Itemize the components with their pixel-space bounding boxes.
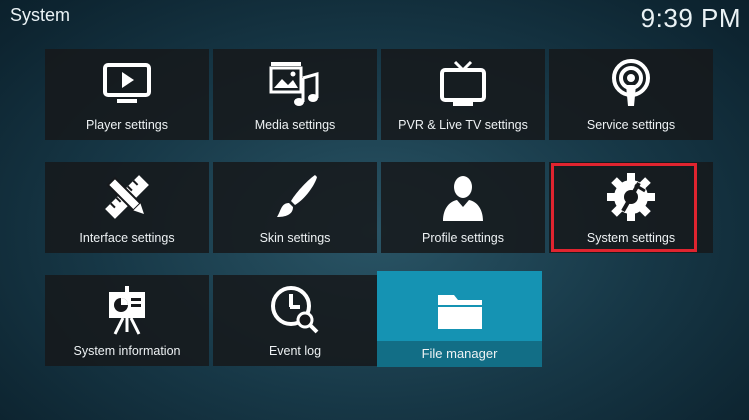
tile-label: Event log: [268, 344, 322, 358]
folder-icon: [434, 285, 486, 337]
tile-media-settings[interactable]: Media settings: [213, 49, 377, 140]
monitor-play-icon: [101, 58, 153, 110]
tile-event-log[interactable]: Event log: [213, 275, 377, 366]
media-film-music-icon: [269, 58, 321, 110]
tile-label: Interface settings: [79, 231, 175, 245]
tile-label: Media settings: [254, 118, 336, 132]
tv-antenna-icon: [437, 58, 489, 110]
tile-label: PVR & Live TV settings: [398, 118, 528, 132]
tile-system-information[interactable]: System information: [45, 275, 209, 366]
tile-pvr-live-tv-settings[interactable]: PVR & Live TV settings: [381, 49, 545, 140]
user-profile-icon: [437, 171, 489, 223]
tile-file-manager[interactable]: File manager: [377, 271, 542, 367]
clock-search-icon: [269, 284, 321, 336]
tile-label: Profile settings: [422, 231, 504, 245]
tile-label: Player settings: [86, 118, 168, 132]
tile-interface-settings[interactable]: Interface settings: [45, 162, 209, 253]
pencil-ruler-icon: [101, 171, 153, 223]
paintbrush-icon: [269, 171, 321, 223]
tile-profile-settings[interactable]: Profile settings: [381, 162, 545, 253]
tile-label: Skin settings: [259, 231, 331, 245]
window-title: System: [10, 5, 71, 25]
clock: 9:39 PM: [640, 3, 741, 33]
tile-service-settings[interactable]: Service settings: [549, 49, 713, 140]
tile-label: File manager: [377, 341, 542, 367]
presentation-easel-icon: [101, 284, 153, 336]
tile-label: Service settings: [586, 118, 676, 132]
selection-highlight-box: [551, 163, 697, 252]
tile-player-settings[interactable]: Player settings: [45, 49, 209, 140]
tile-skin-settings[interactable]: Skin settings: [213, 162, 377, 253]
tile-label: System information: [73, 344, 181, 358]
podcast-broadcast-icon: [605, 58, 657, 110]
